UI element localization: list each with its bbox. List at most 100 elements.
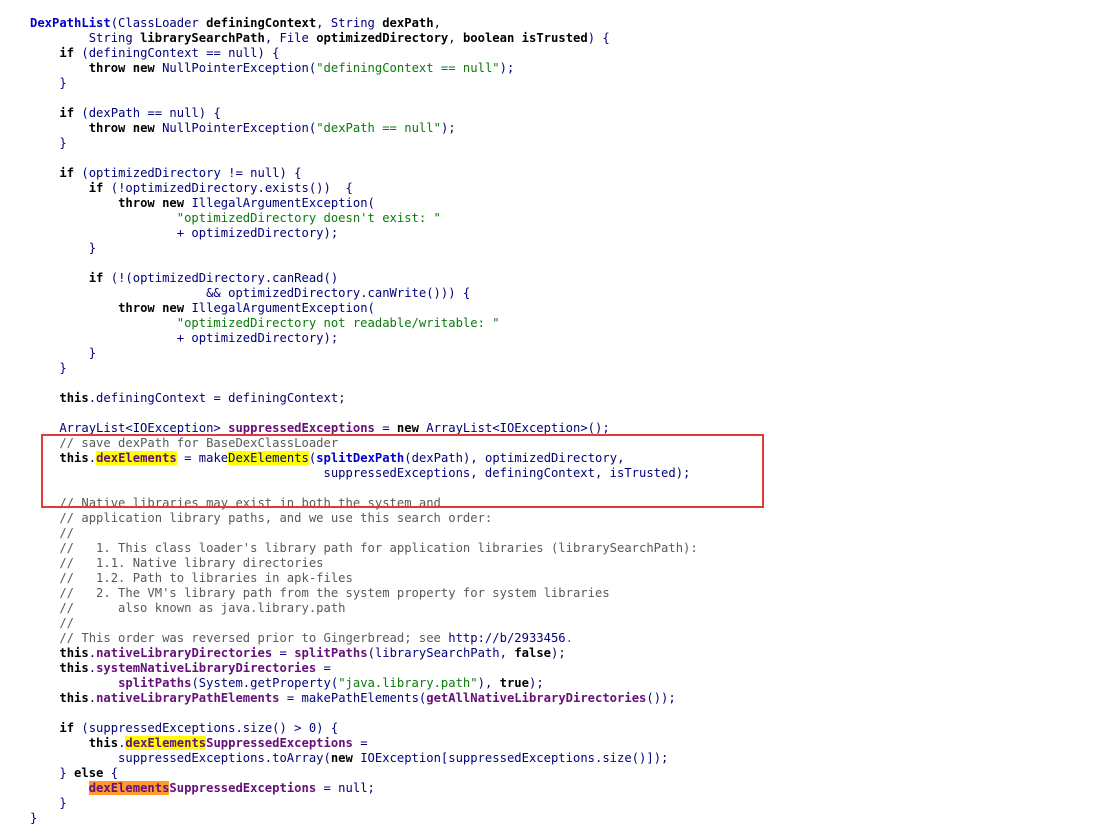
code-token: splitPaths — [118, 676, 192, 690]
code-token: if — [59, 166, 75, 180]
code-line: "optimizedDirectory not readable/writabl… — [30, 316, 500, 331]
code-token: ()); — [646, 691, 676, 705]
code-token: } — [30, 241, 97, 255]
code-token: DexPathList — [30, 16, 111, 30]
code-token: splitPaths — [294, 646, 368, 660]
code-token: "optimizedDirectory doesn't exist: " — [176, 211, 441, 225]
code-line: } — [30, 796, 66, 811]
code-line: } else { — [30, 766, 118, 781]
code-token: (suppressedExceptions.size() > 0) { — [74, 721, 339, 735]
code-line: this.nativeLibraryPathElements = makePat… — [30, 691, 676, 706]
code-line: throw new IllegalArgumentException( — [30, 196, 375, 211]
code-token: NullPointerException( — [154, 61, 317, 75]
code-line: if (dexPath == null) { — [30, 106, 220, 121]
code-token: // — [30, 526, 75, 540]
code-line: + optimizedDirectory); — [30, 226, 338, 241]
code-token: throw — [88, 121, 126, 135]
code-token: new — [132, 61, 155, 75]
code-token: new — [330, 751, 353, 765]
code-line: splitPaths(System.getProperty("java.libr… — [30, 676, 544, 691]
code-token: ); — [440, 121, 456, 135]
code-token: ); — [551, 646, 566, 660]
code-token: ), — [477, 676, 500, 690]
code-token: new — [132, 121, 155, 135]
code-line: if (!(optimizedDirectory.canRead() — [30, 271, 339, 286]
code-token: // 1. This class loader's library path f… — [30, 541, 698, 555]
code-token: this — [59, 661, 89, 675]
code-token: // also known as java.library.path — [30, 601, 346, 615]
code-token: optimizedDirectory — [316, 31, 449, 45]
code-token: , String — [316, 16, 383, 30]
code-token: // 2. The VM's library path from the sys… — [30, 586, 610, 600]
code-token: // This order was reversed prior to Ging… — [30, 631, 449, 645]
code-token: } — [30, 361, 67, 375]
code-token: librarySearchPath — [140, 31, 265, 45]
code-line: // — [30, 616, 74, 631]
code-line: this.dexElementsSuppressedExceptions = — [30, 736, 368, 751]
code-token: (optimizedDirectory != null) { — [74, 166, 302, 180]
code-token: , File — [264, 31, 317, 45]
code-line: // also known as java.library.path — [30, 601, 346, 616]
code-line: dexElementsSuppressedExceptions = null; — [30, 781, 375, 796]
code-token: "optimizedDirectory not readable/writabl… — [176, 316, 500, 330]
code-token: suppressedExceptions.toArray( — [30, 751, 331, 765]
code-line: if (definingContext == null) { — [30, 46, 280, 61]
code-token: ArrayList<IOException> — [30, 421, 229, 435]
code-token: isTrusted — [521, 31, 588, 45]
code-token: , — [448, 31, 463, 45]
code-token: (ClassLoader — [110, 16, 207, 30]
code-token: IOException[suppressedExceptions.size()]… — [352, 751, 669, 765]
code-line: this.systemNativeLibraryDirectories = — [30, 661, 331, 676]
code-token: (definingContext == null) { — [74, 46, 280, 60]
code-token: (!optimizedDirectory.exists()) { — [103, 181, 353, 195]
code-line: throw new NullPointerException("defining… — [30, 61, 515, 76]
code-token: = — [374, 421, 397, 435]
code-token: if — [88, 271, 104, 285]
code-line: // 1.1. Native library directories — [30, 556, 323, 571]
code-token: = null; — [316, 781, 375, 795]
code-token: , — [433, 16, 441, 30]
code-line: if (optimizedDirectory != null) { — [30, 166, 302, 181]
code-token: . — [565, 631, 573, 645]
code-token: SuppressedExceptions — [169, 781, 317, 795]
code-token: "java.library.path" — [338, 676, 478, 690]
code-line: String librarySearchPath, File optimized… — [30, 31, 610, 46]
code-line: // 1.2. Path to libraries in apk-files — [30, 571, 353, 586]
code-line: this.nativeLibraryDirectories = splitPat… — [30, 646, 566, 661]
code-token: } — [30, 136, 67, 150]
code-line: suppressedExceptions.toArray(new IOExcep… — [30, 751, 668, 766]
code-token: new — [396, 421, 419, 435]
code-line: throw new IllegalArgumentException( — [30, 301, 375, 316]
code-line: // This order was reversed prior to Ging… — [30, 631, 573, 646]
code-token: { — [103, 766, 119, 780]
code-token: "definingContext == null" — [316, 61, 500, 75]
code-token: IllegalArgumentException( — [184, 196, 375, 210]
code-token: SuppressedExceptions — [206, 736, 353, 750]
code-token: dexElements — [88, 781, 170, 795]
code-token: if — [88, 181, 104, 195]
code-token: nativeLibraryDirectories — [96, 646, 273, 660]
code-line: } — [30, 346, 96, 361]
code-line: + optimizedDirectory); — [30, 331, 338, 346]
code-line: "optimizedDirectory doesn't exist: " — [30, 211, 441, 226]
code-token: this — [88, 736, 119, 750]
code-token: throw — [118, 301, 155, 315]
code-token: NullPointerException( — [154, 121, 317, 135]
code-token: (!(optimizedDirectory.canRead() — [103, 271, 339, 285]
code-token: true — [499, 676, 529, 690]
code-line: // application library paths, and we use… — [30, 511, 492, 526]
code-token: ); — [528, 676, 544, 690]
code-token: = — [272, 646, 295, 660]
code-line: this.definingContext = definingContext; — [30, 391, 345, 406]
